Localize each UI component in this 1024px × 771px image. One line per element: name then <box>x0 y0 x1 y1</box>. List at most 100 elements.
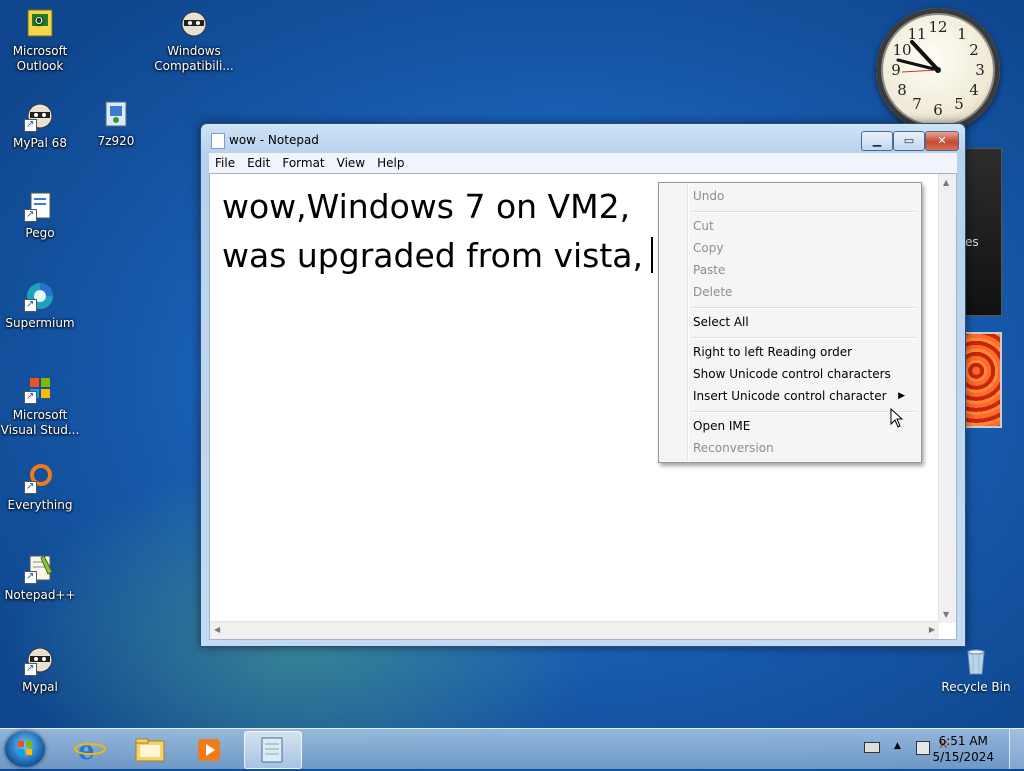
desktop-icon-label: Supermium <box>5 316 75 330</box>
desktop-icon-label: Microsoft <box>12 408 68 422</box>
recycle-bin-icon <box>960 644 992 676</box>
shortcut-arrow-icon <box>24 661 37 676</box>
menu-item-copy[interactable]: Copy <box>693 237 913 259</box>
taskbar-explorer[interactable] <box>122 731 178 767</box>
desktop-icon-everything[interactable]: Everything <box>0 462 80 513</box>
desktop-icon-label: Pego <box>25 226 55 240</box>
menu-gutter <box>687 185 689 460</box>
desktop-icon-label: 7z920 <box>97 134 135 148</box>
show-hidden-icons-icon[interactable]: ▲ <box>894 741 901 751</box>
gadget-text: es <box>965 235 979 249</box>
menu-item-paste[interactable]: Paste <box>693 259 913 281</box>
menu-item-rtl-reading[interactable]: Right to left Reading order <box>693 341 913 363</box>
desktop-icon-mypal[interactable]: Mypal <box>0 644 80 695</box>
notepad-icon <box>261 737 283 763</box>
svg-text:e: e <box>78 736 95 766</box>
menu-view[interactable]: View <box>331 153 371 173</box>
editor-line-2-text: was upgraded from vista, <box>222 236 644 275</box>
desktop-icon-label: Compatibili... <box>154 59 234 73</box>
menu-separator <box>691 411 917 413</box>
raccoon-app-icon <box>24 100 56 132</box>
desktop-icon-windows-compatibility[interactable]: Windows Compatibili... <box>154 8 234 74</box>
menu-separator <box>691 211 917 213</box>
desktop-icon-recycle-bin[interactable]: Recycle Bin <box>936 644 1016 694</box>
desktop-icon-label: Visual Stud... <box>0 423 80 437</box>
desktop-icon-label: Outlook <box>16 59 64 73</box>
show-desktop-button[interactable] <box>1009 729 1024 769</box>
scroll-right-icon[interactable]: ▶ <box>929 625 935 634</box>
desktop-icon-visual-studio[interactable]: Microsoft Visual Stud... <box>0 372 80 438</box>
shortcut-arrow-icon <box>24 117 37 132</box>
notepadpp-icon <box>24 552 56 584</box>
menu-item-show-unicode[interactable]: Show Unicode control characters <box>693 363 913 385</box>
media-gadget[interactable]: es <box>962 148 1002 316</box>
taskbar-notepad[interactable] <box>244 731 302 769</box>
desktop-icon-supermium[interactable]: Supermium <box>0 280 80 331</box>
internet-explorer-icon: e <box>74 736 106 766</box>
menu-help[interactable]: Help <box>371 153 410 173</box>
taskbar-media-player[interactable] <box>182 731 238 767</box>
search-app-icon <box>24 462 56 494</box>
desktop-icon-outlook[interactable]: O Microsoft Outlook <box>0 8 80 74</box>
menu-item-open-ime[interactable]: Open IME <box>693 415 913 437</box>
text-caret <box>651 237 654 273</box>
window-title: wow - Notepad <box>229 133 319 147</box>
desktop-icon-label: Notepad++ <box>4 588 76 602</box>
menu-file[interactable]: File <box>209 153 241 173</box>
notepad-icon <box>211 133 225 149</box>
menu-item-cut[interactable]: Cut <box>693 215 913 237</box>
keyboard-icon[interactable] <box>864 742 880 753</box>
browser-icon <box>24 280 56 312</box>
menu-edit[interactable]: Edit <box>241 153 276 173</box>
menu-item-reconversion[interactable]: Reconversion <box>693 437 913 459</box>
media-player-icon <box>198 739 220 761</box>
system-tray: ▲ ✕ 6:51 AM 5/15/2024 <box>824 729 1024 769</box>
scroll-down-icon[interactable]: ▼ <box>943 610 949 619</box>
context-menu[interactable]: Undo Cut Copy Paste Delete Select All Ri… <box>658 182 922 463</box>
taskbar-internet-explorer[interactable]: e <box>62 731 118 767</box>
outlook-icon: O <box>24 8 56 40</box>
clock-time: 6:51 AM <box>938 734 988 748</box>
menu-item-undo[interactable]: Undo <box>693 185 913 207</box>
windows-logo-icon <box>18 741 32 755</box>
desktop-icon-mypal68[interactable]: MyPal 68 <box>0 100 80 151</box>
desktop-icon-label: MyPal 68 <box>13 136 67 150</box>
clock-hands <box>896 40 941 73</box>
menu-separator <box>691 307 917 309</box>
svg-text:O: O <box>35 16 43 27</box>
visual-studio-icon <box>24 372 56 404</box>
close-button[interactable]: ✕ <box>925 131 959 151</box>
clock-date: 5/15/2024 <box>932 750 994 764</box>
network-icon[interactable] <box>916 741 930 755</box>
desktop-icon-notepadpp[interactable]: Notepad++ <box>0 552 80 603</box>
desktop-icon-label: Windows <box>167 44 221 58</box>
desktop-icon-label: Mypal <box>22 680 58 694</box>
shortcut-arrow-icon <box>24 297 37 312</box>
minimize-button[interactable]: ▁ <box>861 131 893 151</box>
scroll-left-icon[interactable]: ◀ <box>214 625 220 634</box>
horizontal-scrollbar[interactable]: ◀ ▶ <box>210 621 939 639</box>
clock-display[interactable]: 6:51 AM 5/15/2024 <box>932 733 994 765</box>
menu-item-select-all[interactable]: Select All <box>693 311 913 333</box>
vertical-scrollbar[interactable]: ▲ ▼ <box>938 174 956 623</box>
menu-separator <box>691 337 917 339</box>
submenu-arrow-icon: ▶ <box>898 391 905 401</box>
menu-item-insert-unicode[interactable]: Insert Unicode control character ▶ <box>693 385 913 407</box>
menu-item-delete[interactable]: Delete <box>693 281 913 303</box>
taskbar: e ▲ ✕ 6:51 AM 5/15/2024 <box>0 728 1024 769</box>
start-button[interactable] <box>5 731 45 767</box>
menu-bar: File Edit Format View Help <box>209 153 957 173</box>
editor-text: wow,Windows 7 on VM2, was upgraded from … <box>222 182 654 280</box>
maximize-button[interactable]: ▭ <box>893 131 925 151</box>
menu-format[interactable]: Format <box>276 153 330 173</box>
desktop-icon-label: Microsoft <box>12 44 68 58</box>
slideshow-gadget[interactable] <box>964 332 1002 428</box>
raccoon-app-icon <box>24 644 56 676</box>
desktop-icon-pego[interactable]: Pego <box>0 190 80 241</box>
shortcut-arrow-icon <box>24 389 37 404</box>
desktop-icon-7z920[interactable]: 7z920 <box>76 98 156 149</box>
editor-line-2: was upgraded from vista, <box>222 231 654 280</box>
shortcut-arrow-icon <box>24 207 37 222</box>
clock-gadget[interactable]: 12 1 2 3 4 5 6 7 8 9 10 11 <box>876 8 1000 132</box>
scroll-up-icon[interactable]: ▲ <box>943 178 949 187</box>
